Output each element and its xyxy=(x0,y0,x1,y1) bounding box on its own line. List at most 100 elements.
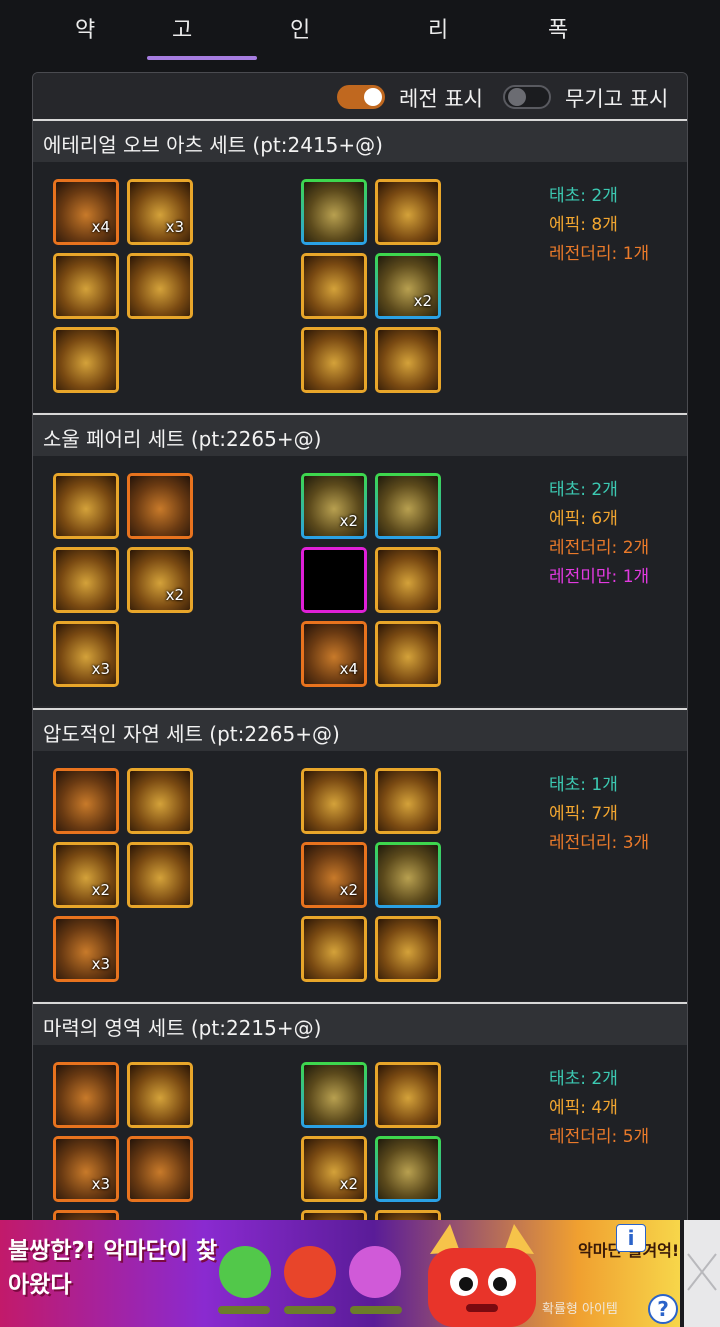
tab-4[interactable]: 폭 xyxy=(548,12,568,44)
grade-count-dorange: 레전더리: 5개 xyxy=(549,1127,650,1147)
item-slot[interactable]: x2 xyxy=(301,1136,367,1202)
item-slot[interactable] xyxy=(375,473,441,539)
necklace-icon xyxy=(378,771,438,831)
shoulder-icon xyxy=(56,476,116,536)
legend-display-label: 레전 표시 xyxy=(399,87,483,111)
armor-icon xyxy=(56,771,116,831)
weapon-display-label: 무기고 표시 xyxy=(565,87,669,111)
item-count: x2 xyxy=(91,881,110,899)
item-slot[interactable] xyxy=(127,1136,193,1202)
grade-count-teal: 태초: 2개 xyxy=(549,186,618,206)
pants-icon xyxy=(56,256,116,316)
earring-icon xyxy=(304,919,364,979)
item-count: x3 xyxy=(91,955,110,973)
earring-icon xyxy=(304,330,364,390)
display-toolbar: 레전 표시 무기고 표시 xyxy=(33,73,687,119)
item-slot[interactable] xyxy=(53,547,119,613)
item-slot[interactable]: x3 xyxy=(53,1136,119,1202)
hat-icon xyxy=(56,1065,116,1125)
item-slot[interactable] xyxy=(301,253,367,319)
item-slot[interactable] xyxy=(127,842,193,908)
grade-count-orange: 에픽: 7개 xyxy=(549,804,618,824)
item-slot[interactable] xyxy=(375,179,441,245)
item-count: x2 xyxy=(413,292,432,310)
item-slot[interactable] xyxy=(375,916,441,982)
legend-display-toggle[interactable] xyxy=(337,85,385,109)
shoulder-icon xyxy=(130,771,190,831)
item-slot[interactable]: x2 xyxy=(301,842,367,908)
item-slot[interactable]: x2 xyxy=(53,842,119,908)
item-slot[interactable] xyxy=(127,253,193,319)
grade-count-orange: 에픽: 6개 xyxy=(549,509,618,529)
item-slot[interactable] xyxy=(301,1062,367,1128)
set-title: 에테리얼 오브 아츠 세트 (pt:2415+@) xyxy=(33,121,687,162)
item-slot[interactable] xyxy=(301,768,367,834)
item-count: x4 xyxy=(339,660,358,678)
item-slot[interactable] xyxy=(375,621,441,687)
toggle-knob xyxy=(364,88,382,106)
equipment-set: 마력의 영역 세트 (pt:2215+@) x3 x2 태초: 2개 에픽: 4개 레전더… xyxy=(33,1002,687,1231)
item-slot[interactable]: x4 xyxy=(53,179,119,245)
item-slot[interactable] xyxy=(375,768,441,834)
belt-icon xyxy=(130,845,190,905)
item-count: x3 xyxy=(91,660,110,678)
ad-help-icon[interactable]: ? xyxy=(648,1294,678,1324)
heart-icon xyxy=(378,624,438,684)
tab-3[interactable]: 리 xyxy=(428,12,448,44)
item-slot[interactable]: x2 xyxy=(375,253,441,319)
ad-characters-illustration xyxy=(218,1246,402,1314)
weapon-display-toggle[interactable] xyxy=(503,85,551,109)
set-list-panel: 레전 표시 무기고 표시 에테리얼 오브 아츠 세트 (pt:2415+@) x4… xyxy=(32,72,688,1232)
close-icon xyxy=(687,1253,717,1291)
ad-banner-area: 불쌍한?! 악마단이 찾아왔다 악마단 몰겨억! 확률형 아이템 i ? xyxy=(0,1220,720,1327)
item-slot[interactable] xyxy=(375,547,441,613)
item-slot[interactable] xyxy=(301,327,367,393)
item-slot[interactable] xyxy=(127,473,193,539)
set-title: 압도적인 자연 세트 (pt:2265+@) xyxy=(33,710,687,751)
grade-count-orange: 에픽: 8개 xyxy=(549,215,618,235)
item-slot[interactable] xyxy=(301,916,367,982)
magic-stone-icon xyxy=(378,919,438,979)
item-slot[interactable]: x2 xyxy=(127,547,193,613)
item-count: x3 xyxy=(91,1175,110,1193)
item-count: x2 xyxy=(339,1175,358,1193)
item-slot[interactable] xyxy=(375,327,441,393)
item-slot[interactable] xyxy=(301,179,367,245)
item-slot[interactable] xyxy=(53,327,119,393)
empty-slot-icon xyxy=(304,550,364,610)
ad-info-icon[interactable]: i xyxy=(616,1224,646,1252)
pants-icon xyxy=(56,550,116,610)
item-slot[interactable]: x4 xyxy=(301,621,367,687)
item-slot[interactable] xyxy=(127,768,193,834)
item-slot[interactable] xyxy=(53,768,119,834)
ring-icon xyxy=(378,1139,438,1199)
toggle-knob xyxy=(508,88,526,106)
tab-0[interactable]: 약 xyxy=(75,12,95,44)
bracelet-icon xyxy=(304,1065,364,1125)
ring-icon xyxy=(378,845,438,905)
item-slot[interactable]: x3 xyxy=(53,621,119,687)
item-slot[interactable] xyxy=(375,1136,441,1202)
item-slot[interactable] xyxy=(127,1062,193,1128)
tab-1[interactable]: 고 xyxy=(172,12,192,44)
item-slot[interactable] xyxy=(375,842,441,908)
item-count: x4 xyxy=(91,218,110,236)
item-slot[interactable] xyxy=(53,253,119,319)
grade-count-dorange: 레전더리: 1개 xyxy=(549,244,650,264)
equipment-set: 소울 페어리 세트 (pt:2265+@) x2 x3 x2 x4 태초: 2개 에픽: 6… xyxy=(33,413,687,706)
grade-count-teal: 태초: 2개 xyxy=(549,480,618,500)
tab-2[interactable]: 인 xyxy=(290,12,310,44)
ad-notice: 확률형 아이템 xyxy=(542,1302,618,1317)
ad-banner[interactable]: 불쌍한?! 악마단이 찾아왔다 악마단 몰겨억! 확률형 아이템 i ? xyxy=(0,1220,680,1327)
ad-close-button[interactable] xyxy=(684,1220,720,1327)
item-slot[interactable]: x2 xyxy=(301,473,367,539)
item-slot[interactable] xyxy=(53,1062,119,1128)
item-count: x2 xyxy=(339,512,358,530)
item-slot[interactable]: x3 xyxy=(53,916,119,982)
item-slot[interactable]: x3 xyxy=(127,179,193,245)
item-slot[interactable] xyxy=(375,1062,441,1128)
item-slot[interactable] xyxy=(53,473,119,539)
grade-count-dorange: 레전더리: 3개 xyxy=(549,833,650,853)
item-count: x2 xyxy=(339,881,358,899)
item-slot[interactable] xyxy=(301,547,367,613)
